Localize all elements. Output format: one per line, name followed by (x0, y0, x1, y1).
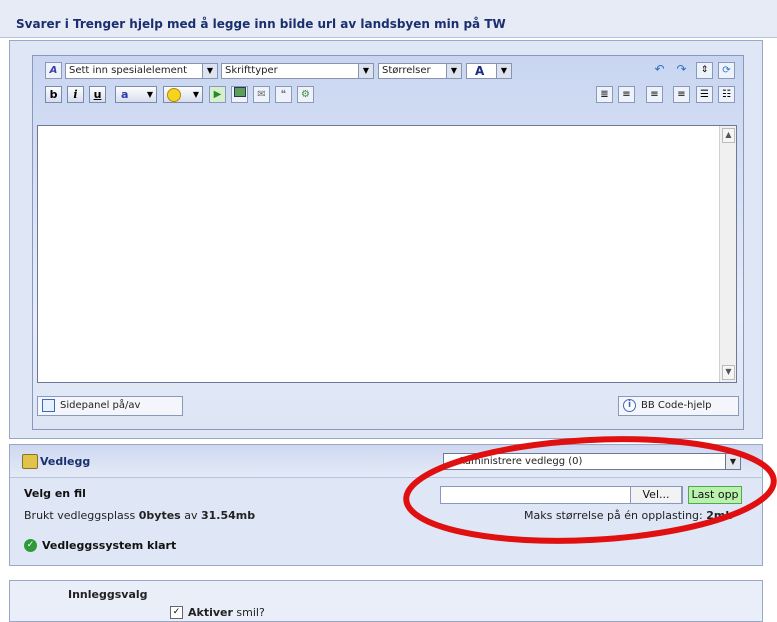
special-element-select[interactable]: Sett inn spesialelement ▼ (65, 63, 218, 79)
align-center-icon[interactable]: ≡ (646, 86, 663, 103)
insert-link-icon[interactable]: ▶ (209, 86, 226, 103)
insert-email-icon[interactable]: ✉ (253, 86, 270, 103)
switch-mode-icon[interactable]: ⟳ (718, 62, 735, 79)
insert-quote-icon[interactable]: ❝ (275, 86, 292, 103)
align-right-icon[interactable]: ≡ (673, 86, 690, 103)
chevron-down-icon: ▼ (192, 90, 199, 99)
post-options-panel: Innleggsvalg ✓ Aktiver smil? (9, 580, 763, 622)
font-style-icon[interactable]: A (45, 62, 62, 79)
editor-toolbar-area: A Sett inn spesialelement ▼ Skrifttyper … (32, 55, 744, 430)
smiley-button[interactable]: ▼ (163, 86, 203, 103)
bbcode-help-button[interactable]: i BB Code-hjelp (618, 396, 739, 416)
manage-attachments-select[interactable]: Administrere vedlegg (0) ▼ (443, 453, 741, 470)
smiley-icon (167, 88, 181, 102)
font-color-select[interactable]: A ▼ (466, 63, 512, 79)
check-icon: ✓ (24, 539, 37, 552)
italic-button[interactable]: i (67, 86, 84, 103)
scroll-up-icon[interactable]: ▲ (722, 128, 735, 143)
font-family-select[interactable]: Skrifttyper ▼ (221, 63, 374, 79)
attachments-title: Vedlegg (40, 455, 91, 468)
ordered-list-icon[interactable]: ☰ (696, 86, 713, 103)
undo-icon[interactable]: ↶ (651, 62, 668, 79)
chevron-down-icon: ▼ (358, 64, 373, 78)
resize-icon[interactable]: ⇕ (696, 62, 713, 79)
sidepanel-icon (42, 399, 55, 412)
bold-button[interactable]: b (45, 86, 62, 103)
font-size-select[interactable]: Størrelser ▼ (378, 63, 462, 79)
chevron-down-icon: ▼ (202, 64, 217, 78)
choose-file-label: Velg en fil (24, 487, 86, 500)
max-upload-size-text: Maks størrelse på én opplasting: 2mb (524, 509, 734, 522)
scroll-down-icon[interactable]: ▼ (722, 365, 735, 380)
insert-code-icon[interactable]: ⚙ (297, 86, 314, 103)
text-color-button[interactable]: a ▼ (115, 86, 157, 103)
underline-button[interactable]: u (89, 86, 106, 103)
message-textarea[interactable]: ▲ ▼ (37, 125, 737, 383)
chevron-down-icon: ▼ (146, 90, 153, 99)
browse-file-button[interactable]: Vel... (630, 486, 682, 504)
sidepanel-toggle-button[interactable]: Sidepanel på/av (37, 396, 183, 416)
chevron-down-icon: ▼ (725, 454, 740, 469)
textarea-scrollbar[interactable]: ▲ ▼ (719, 126, 736, 382)
attachments-panel: Vedlegg Administrere vedlegg (0) ▼ Velg … (9, 444, 763, 566)
used-space-text: Brukt vedleggsplass 0bytes av 31.54mb (24, 509, 256, 522)
post-options-title: Innleggsvalg (68, 588, 148, 601)
upload-button[interactable]: Last opp (688, 486, 742, 504)
attachments-header: Vedlegg Administrere vedlegg (0) ▼ (10, 445, 762, 478)
align-left-icon[interactable]: ≡ (618, 86, 635, 103)
chevron-down-icon: ▼ (496, 64, 511, 78)
editor-panel: A Sett inn spesialelement ▼ Skrifttyper … (9, 40, 763, 439)
reply-header: Svarer i Trenger hjelp med å legge inn b… (0, 0, 777, 38)
info-icon: i (623, 399, 636, 412)
chevron-down-icon: ▼ (446, 64, 461, 78)
redo-icon[interactable]: ↷ (673, 62, 690, 79)
page-title: Svarer i Trenger hjelp med å legge inn b… (16, 17, 506, 31)
attachment-folder-icon (22, 454, 38, 469)
insert-image-icon[interactable] (231, 86, 248, 103)
attachment-status: Vedleggssystem klart (42, 539, 177, 552)
unordered-list-icon[interactable]: ☷ (718, 86, 735, 103)
outdent-icon[interactable]: ≣ (596, 86, 613, 103)
